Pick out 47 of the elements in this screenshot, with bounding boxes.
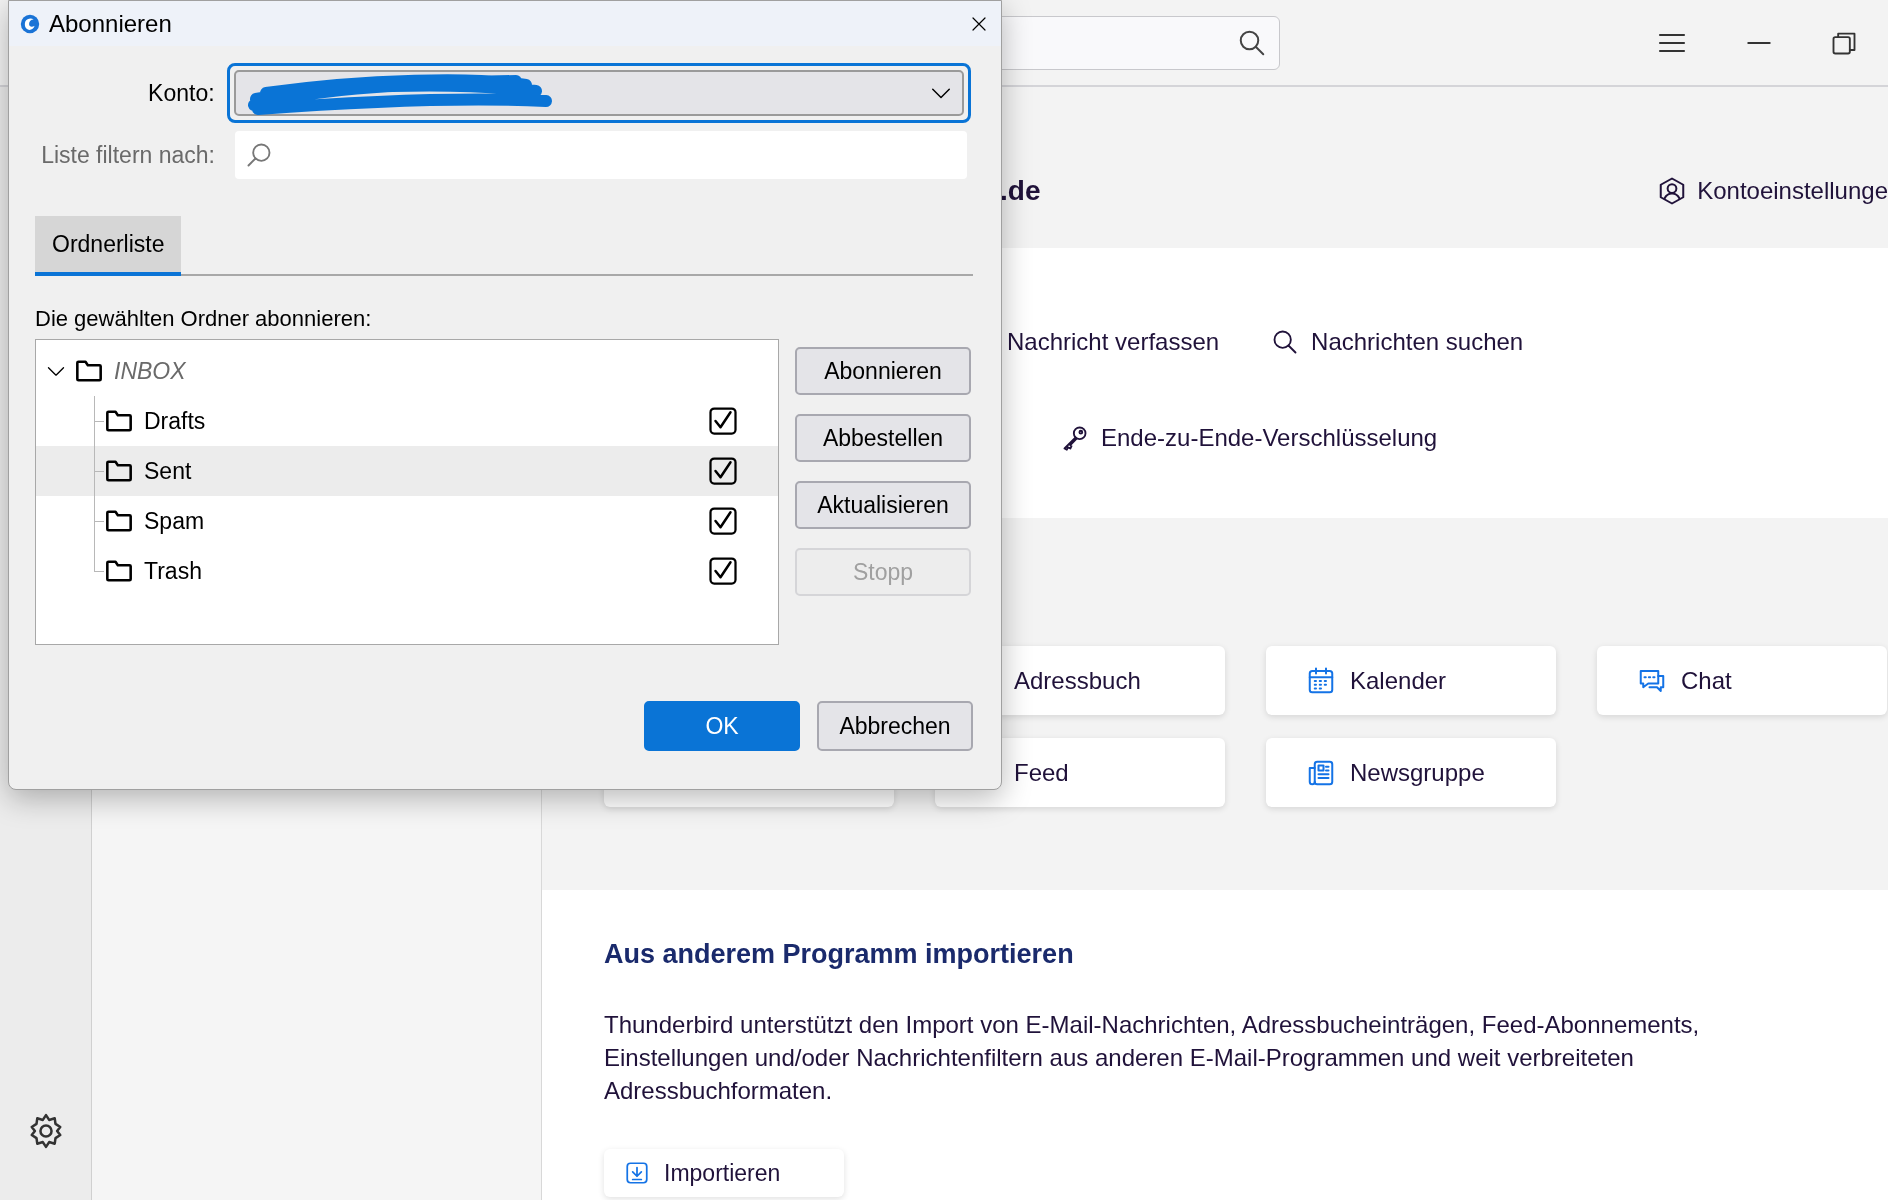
folder-icon bbox=[104, 407, 134, 435]
checked-checkbox[interactable] bbox=[708, 556, 738, 586]
field-label: Liste filtern nach: bbox=[40, 140, 216, 170]
tab[interactable]: Ordnerliste bbox=[35, 216, 182, 276]
folder-name: INBOX bbox=[114, 356, 186, 386]
key-icon bbox=[1061, 424, 1089, 452]
tree-row[interactable]: Sent bbox=[36, 446, 778, 496]
account-dropdown[interactable] bbox=[226, 63, 971, 123]
encryption-link[interactable]: Ende-zu-Ende-Verschlüsselung bbox=[1061, 420, 1438, 456]
tree-row[interactable]: Drafts bbox=[36, 396, 778, 446]
action-button[interactable]: Aktualisieren bbox=[795, 481, 971, 529]
compose-link[interactable]: Nachricht verfassen bbox=[1007, 324, 1220, 360]
search-icon bbox=[245, 141, 273, 169]
calendar-icon bbox=[1306, 665, 1336, 696]
account-settings-link[interactable]: Kontoeinstellunge bbox=[1657, 172, 1888, 209]
field-label: Konto: bbox=[147, 78, 216, 108]
tree-row[interactable]: INBOX bbox=[36, 346, 778, 396]
section-heading: Aus anderem Programm importieren bbox=[604, 938, 1075, 971]
app-logo-icon bbox=[19, 12, 41, 35]
account-title: .de bbox=[1000, 173, 1041, 208]
list-label: Die gewählten Ordner abonnieren: bbox=[35, 305, 373, 333]
folder-icon bbox=[74, 357, 104, 385]
checked-checkbox[interactable] bbox=[708, 406, 738, 436]
tree-row[interactable]: Spam bbox=[36, 496, 778, 546]
action-button[interactable]: Abonnieren bbox=[795, 347, 971, 395]
folder-name: Drafts bbox=[144, 406, 206, 436]
description-text: Thunderbird unterstützt den Import von E-Mail-Nachrichten, Adressbucheinträgen, Feed-Abonnements, Einstellungen und/oder Nachrichtenfiltern aus anderen E-Mail-Programmen und weit verbreiteten Adressbuchformaten. bbox=[604, 1010, 1701, 1107]
folder-icon bbox=[104, 457, 134, 485]
folder-name: Sent bbox=[144, 456, 192, 486]
import-icon bbox=[624, 1160, 650, 1187]
action-button[interactable]: Abbestellen bbox=[795, 414, 971, 462]
folder-name: Spam bbox=[144, 506, 205, 536]
checked-checkbox[interactable] bbox=[708, 456, 738, 486]
tree-row[interactable]: Trash bbox=[36, 546, 778, 596]
folder-name: Trash bbox=[144, 556, 202, 586]
dialog-title: Abonnieren bbox=[49, 8, 172, 39]
import-button[interactable]: Importieren bbox=[604, 1149, 844, 1198]
search-messages-link[interactable]: Nachrichten suchen bbox=[1271, 324, 1524, 360]
folder-icon bbox=[104, 507, 134, 535]
cancel-button[interactable]: Abbrechen bbox=[817, 701, 973, 751]
checked-checkbox[interactable] bbox=[708, 506, 738, 536]
ok-button[interactable]: OK bbox=[644, 701, 800, 751]
folder-icon bbox=[104, 557, 134, 585]
filter-field[interactable] bbox=[235, 131, 967, 179]
setup-card[interactable]: Chat bbox=[1597, 646, 1887, 715]
setup-card[interactable]: Newsgruppe bbox=[1266, 738, 1556, 807]
setup-card[interactable]: Kalender bbox=[1266, 646, 1556, 715]
